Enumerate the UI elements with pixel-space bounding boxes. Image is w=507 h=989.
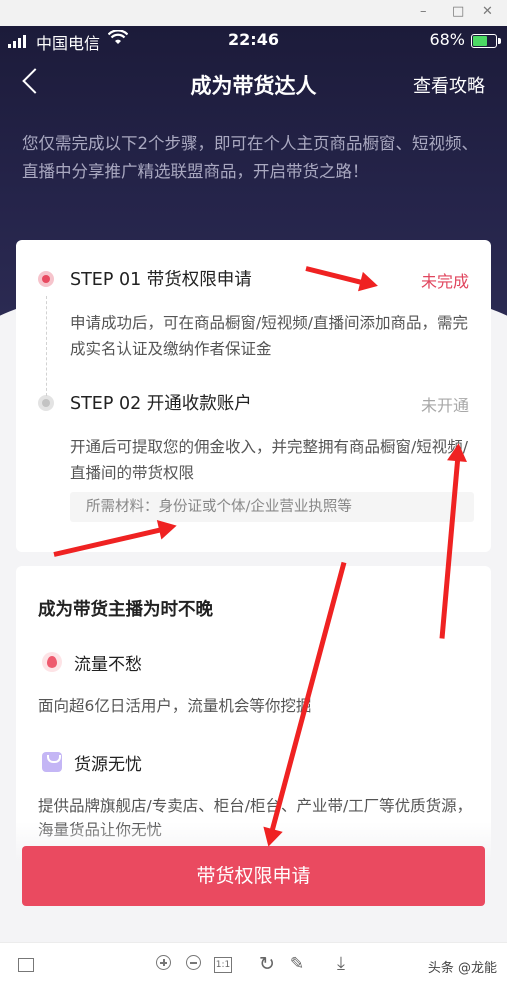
phone-screen: 中国电信 22:46 68% 成为带货达人 查看攻略 您仅需完成以下2个步骤，即…	[0, 26, 507, 942]
step-title: STEP 02 开通收款账户	[70, 394, 252, 414]
step-description: 开通后可提取您的佣金收入，并完整拥有商品橱窗/短视频/直播间的带货权限	[70, 438, 468, 482]
thumbnail-icon[interactable]	[18, 958, 34, 972]
intro-text: 您仅需完成以下2个步骤，即可在个人主页商品橱窗、短视频、直播中分享推广精选联盟商…	[22, 134, 478, 181]
bag-icon	[42, 752, 62, 772]
benefit-title: 货源无忧	[74, 755, 142, 775]
download-icon[interactable]: ⤓	[332, 955, 350, 973]
step-connector-line	[46, 296, 47, 396]
navbar: 成为带货达人 查看攻略	[0, 62, 507, 106]
minimize-icon[interactable]: –	[420, 4, 427, 20]
flame-icon	[42, 652, 62, 672]
step-inactive-dot-icon	[38, 395, 54, 411]
benefit-description: 面向超6亿日活用户，流量机会等你挖掘	[38, 697, 312, 715]
maximize-icon[interactable]: □	[452, 4, 464, 20]
rotate-icon[interactable]: ↻	[258, 955, 276, 974]
actual-size-icon[interactable]: 1:1	[214, 957, 232, 973]
step-title: STEP 01 带货权限申请	[70, 270, 252, 290]
required-materials: 所需材料：身份证或个体/企业营业执照等	[70, 492, 474, 522]
window-titlebar: – □ ✕	[0, 0, 507, 27]
step-description: 申请成功后，可在商品橱窗/短视频/直播间添加商品，需完成实名认证及缴纳作者保证金	[70, 314, 468, 358]
step-status: 未开通	[420, 396, 469, 415]
view-guide-link[interactable]: 查看攻略	[413, 72, 485, 98]
close-icon[interactable]: ✕	[482, 4, 493, 20]
zoom-out-icon[interactable]	[186, 955, 201, 970]
battery-percent: 68%	[429, 30, 465, 49]
status-bar: 中国电信 22:46 68%	[0, 26, 507, 56]
benefit-title: 流量不愁	[74, 655, 142, 675]
step-active-dot-icon	[38, 271, 54, 287]
edit-icon[interactable]: ✎	[288, 955, 306, 973]
benefits-title: 成为带货主播为时不晚	[38, 600, 213, 620]
step-status: 未完成	[420, 272, 469, 291]
steps-card: STEP 01 带货权限申请 未完成 申请成功后，可在商品橱窗/短视频/直播间添…	[16, 240, 491, 552]
apply-permission-button[interactable]: 带货权限申请	[22, 846, 485, 906]
zoom-in-icon[interactable]	[156, 955, 171, 970]
watermark: 头条 @龙能	[427, 961, 497, 976]
viewer-toolbar: 1:1 ↻ ✎ ⤓ 头条 @龙能	[0, 942, 507, 989]
battery-icon	[471, 34, 501, 48]
